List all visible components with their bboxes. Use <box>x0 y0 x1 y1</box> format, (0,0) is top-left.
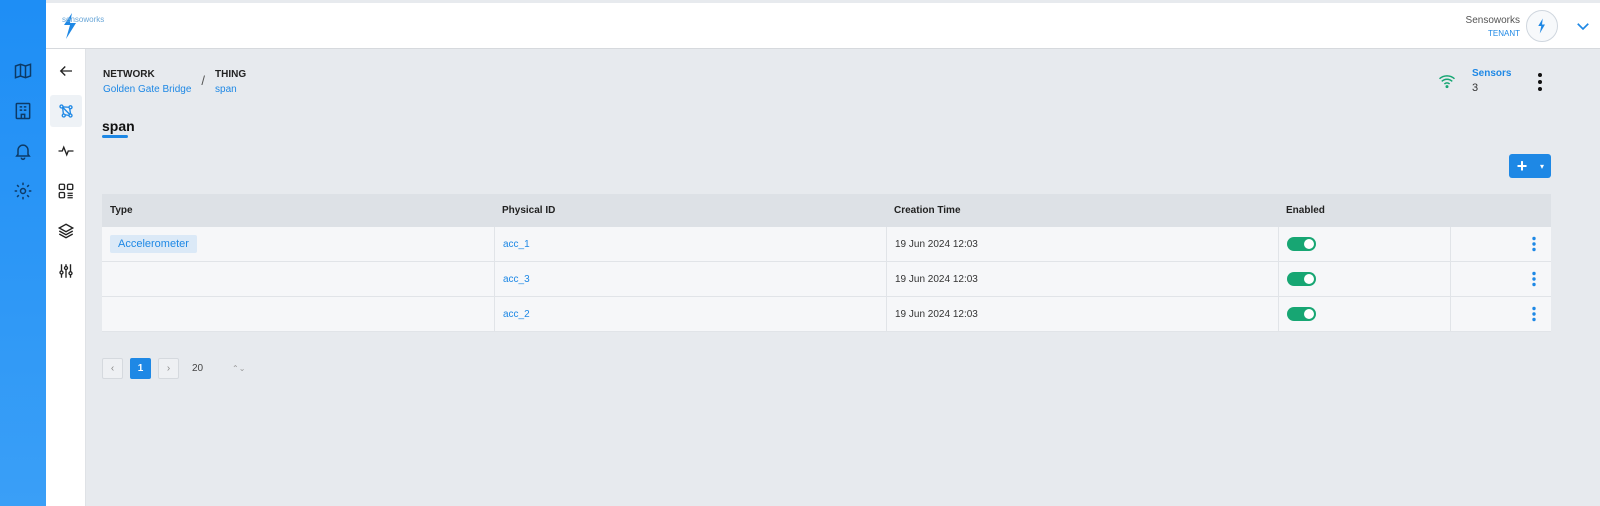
pulse-icon[interactable] <box>50 135 82 167</box>
avatar[interactable] <box>1526 10 1558 42</box>
page-button-current[interactable]: 1 <box>130 358 151 379</box>
more-options-icon[interactable] <box>1532 72 1548 92</box>
user-role: TENANT <box>1488 29 1520 38</box>
app-rail <box>0 0 46 506</box>
type-cell <box>102 297 494 331</box>
physical-id-cell: acc_2 <box>494 297 886 331</box>
physical-id-link[interactable]: acc_2 <box>503 309 530 320</box>
row-menu-icon[interactable] <box>1529 236 1539 252</box>
user-info: Sensoworks TENANT <box>1466 15 1520 38</box>
table-row[interactable]: acc_2 19 Jun 2024 12:03 <box>102 297 1551 332</box>
breadcrumb-network-title: NETWORK <box>103 69 155 80</box>
breadcrumb-thing-title: THING <box>215 69 247 80</box>
layers-icon[interactable] <box>50 215 82 247</box>
enabled-toggle[interactable] <box>1287 307 1316 321</box>
breadcrumb: NETWORK Golden Gate Bridge / THING span <box>103 69 246 95</box>
actions-cell <box>1450 297 1551 331</box>
breadcrumb-network-link[interactable]: Golden Gate Bridge <box>103 84 191 95</box>
enabled-cell <box>1278 227 1450 261</box>
creation-time-cell: 19 Jun 2024 12:03 <box>886 262 1278 296</box>
physical-id-cell: acc_1 <box>494 227 886 261</box>
creation-time: 19 Jun 2024 12:03 <box>895 273 978 285</box>
creation-time: 19 Jun 2024 12:03 <box>895 238 978 250</box>
wifi-icon <box>1439 75 1455 89</box>
actions-cell <box>1450 227 1551 261</box>
breadcrumb-thing: THING span <box>215 69 246 95</box>
physical-id-link[interactable]: acc_1 <box>503 239 530 250</box>
enabled-cell <box>1278 262 1450 296</box>
building-icon[interactable] <box>11 99 35 123</box>
actions-cell <box>1450 262 1551 296</box>
column-header-physical-id[interactable]: Physical ID <box>494 205 886 216</box>
bell-icon[interactable] <box>11 139 35 163</box>
network-icon[interactable] <box>50 95 82 127</box>
breadcrumb-thing-link[interactable]: span <box>215 84 246 95</box>
column-header-creation-time[interactable]: Creation Time <box>886 205 1278 216</box>
sensors-label: Sensors <box>1472 68 1512 79</box>
creation-time-cell: 19 Jun 2024 12:03 <box>886 227 1278 261</box>
physical-id-link[interactable]: acc_3 <box>503 274 530 285</box>
logo-text: sensoworks <box>62 15 105 24</box>
column-header-type[interactable]: Type <box>102 205 494 216</box>
user-name: Sensoworks <box>1465 15 1520 26</box>
sensoworks-avatar-icon <box>1538 18 1545 34</box>
table-header: Type Physical ID Creation Time Enabled <box>102 194 1551 227</box>
row-menu-icon[interactable] <box>1529 271 1539 287</box>
type-cell: Accelerometer <box>102 227 494 261</box>
section-sidebar <box>46 49 86 506</box>
sensors-count: 3 <box>1472 82 1479 94</box>
page-size-caret-icon[interactable]: ⌃⌄ <box>232 364 245 373</box>
dashboard-icon[interactable] <box>50 175 82 207</box>
creation-time-cell: 19 Jun 2024 12:03 <box>886 297 1278 331</box>
caret-down-icon[interactable]: ▾ <box>1535 162 1549 171</box>
table-row[interactable]: Accelerometer acc_1 19 Jun 2024 12:03 <box>102 227 1551 262</box>
sliders-icon[interactable] <box>50 255 82 287</box>
next-page-button[interactable]: › <box>158 358 179 379</box>
page-title: span <box>102 118 135 134</box>
plus-icon: + <box>1516 156 1528 176</box>
table-row[interactable]: acc_3 19 Jun 2024 12:03 <box>102 262 1551 297</box>
type-badge: Accelerometer <box>110 235 197 253</box>
map-icon[interactable] <box>11 59 35 83</box>
top-header: sensoworks Sensoworks TENANT <box>46 3 1600 49</box>
enabled-cell <box>1278 297 1450 331</box>
sensors-summary[interactable]: Sensors 3 <box>1438 68 1511 94</box>
back-arrow-icon[interactable] <box>50 55 82 87</box>
chevron-down-icon[interactable] <box>1574 17 1592 35</box>
add-button[interactable]: + ▾ <box>1509 154 1551 178</box>
prev-page-button[interactable]: ‹ <box>102 358 123 379</box>
enabled-toggle[interactable] <box>1287 272 1316 286</box>
physical-id-cell: acc_3 <box>494 262 886 296</box>
breadcrumb-separator: / <box>201 73 206 88</box>
sensors-table: Type Physical ID Creation Time Enabled A… <box>102 194 1551 332</box>
row-menu-icon[interactable] <box>1529 306 1539 322</box>
enabled-toggle[interactable] <box>1287 237 1316 251</box>
column-header-enabled[interactable]: Enabled <box>1278 205 1450 216</box>
page-title-underline <box>102 135 128 138</box>
type-cell <box>102 262 494 296</box>
page-size-select[interactable]: 20 <box>192 363 232 374</box>
pagination: ‹ 1 › 20 ⌃⌄ <box>102 358 245 379</box>
creation-time: 19 Jun 2024 12:03 <box>895 308 978 320</box>
breadcrumb-network: NETWORK Golden Gate Bridge <box>103 69 191 95</box>
gear-icon[interactable] <box>11 179 35 203</box>
